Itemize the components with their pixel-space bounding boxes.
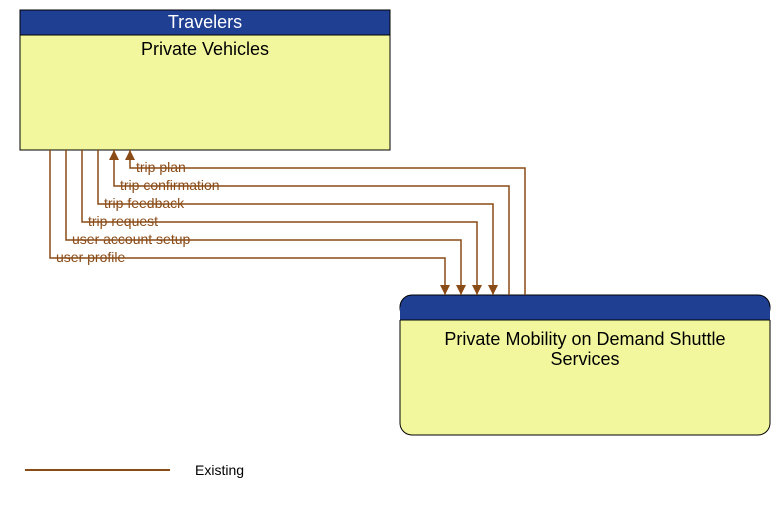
flow-label-trip-request: trip request — [88, 213, 158, 229]
node-travelers-body-label: Private Vehicles — [141, 39, 269, 59]
flow-label-trip-plan: trip plan — [136, 159, 186, 175]
node-shuttle-body-label-1: Private Mobility on Demand Shuttle — [444, 329, 725, 349]
flow-arrow-user-account-setup — [456, 285, 466, 295]
flow-arrow-trip-confirmation — [109, 150, 119, 160]
flow-arrow-user-profile — [440, 285, 450, 295]
flow-label-user-profile: user profile — [56, 249, 125, 265]
flow-label-trip-feedback: trip feedback — [104, 195, 185, 211]
flow-arrow-trip-request — [472, 285, 482, 295]
node-shuttle-body-label-2: Services — [550, 349, 619, 369]
flow-label-user-account-setup: user account setup — [72, 231, 191, 247]
node-shuttle-header-fill — [400, 307, 770, 320]
flow-arrow-trip-plan — [125, 150, 135, 160]
legend-label-existing: Existing — [195, 462, 244, 478]
flow-label-trip-confirmation: trip confirmation — [120, 177, 220, 193]
node-travelers-header-label: Travelers — [168, 12, 242, 32]
flow-arrow-trip-feedback — [488, 285, 498, 295]
